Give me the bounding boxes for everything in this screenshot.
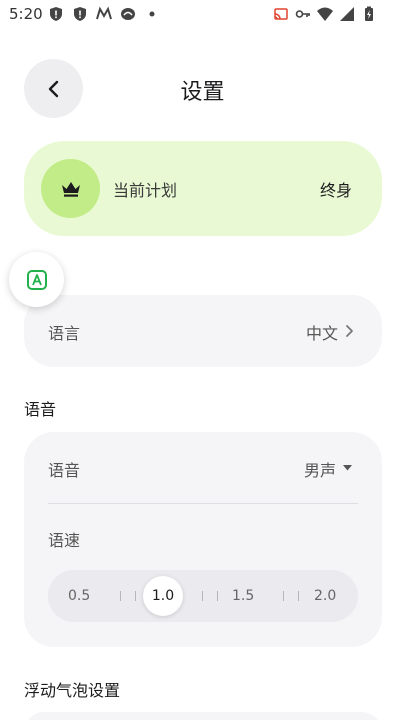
shield-alert-icon — [74, 7, 86, 21]
plan-label: 当前计划 — [113, 181, 178, 200]
voice-row[interactable]: 语音 男声 — [24, 432, 382, 503]
voice-settings-card: 语音 男声 语速 0.5 1.5 2.0 1.0 — [24, 432, 382, 647]
speed-slider-thumb[interactable]: 1.0 — [143, 576, 183, 616]
slider-tick — [135, 591, 136, 601]
caret-down-icon — [343, 465, 352, 471]
status-bar: 5:20 — [0, 0, 405, 30]
slider-tick — [298, 591, 299, 601]
speed-mark-2-0: 2.0 — [314, 588, 337, 604]
speed-slider[interactable]: 0.5 1.5 2.0 1.0 — [48, 570, 358, 622]
wifi-icon — [317, 7, 333, 21]
slider-tick — [202, 591, 203, 601]
speed-mark-0-5: 0.5 — [68, 588, 91, 604]
cast-icon — [274, 8, 288, 20]
m-app-icon — [96, 6, 112, 20]
voice-section-title: 语音 — [24, 400, 57, 419]
page-title: 设置 — [180, 80, 225, 105]
slider-tick — [120, 591, 121, 601]
key-icon — [295, 10, 310, 18]
voice-row-value: 男声 — [303, 461, 336, 480]
crown-icon — [61, 181, 80, 197]
slider-tick — [217, 591, 218, 601]
slider-tick — [283, 591, 284, 601]
status-right-icons — [273, 6, 377, 22]
language-row[interactable]: 语言 中文 — [24, 295, 382, 367]
voice-row-label: 语音 — [48, 461, 81, 480]
language-row-value: 中文 — [305, 324, 338, 343]
current-plan-card[interactable]: 当前计划 终身 — [24, 141, 382, 236]
dot-icon — [149, 11, 155, 17]
status-left-icons — [48, 6, 160, 22]
plan-value: 终身 — [319, 181, 352, 200]
status-time: 5:20 — [9, 5, 43, 23]
speed-label: 语速 — [48, 531, 81, 550]
language-row-label: 语言 — [48, 324, 81, 343]
chevron-right-icon — [346, 325, 353, 337]
divider — [48, 503, 358, 504]
cast-logo-icon — [121, 8, 135, 20]
speed-mark-1-5: 1.5 — [232, 588, 255, 604]
bubble-settings-card — [24, 712, 382, 720]
shield-alert-icon — [50, 7, 62, 21]
battery-icon — [365, 6, 373, 21]
crown-badge — [41, 159, 100, 218]
signal-icon — [340, 7, 354, 21]
floating-bubble-button[interactable] — [9, 252, 64, 307]
bubble-section-title: 浮动气泡设置 — [24, 681, 121, 700]
translate-a-icon — [26, 269, 47, 290]
